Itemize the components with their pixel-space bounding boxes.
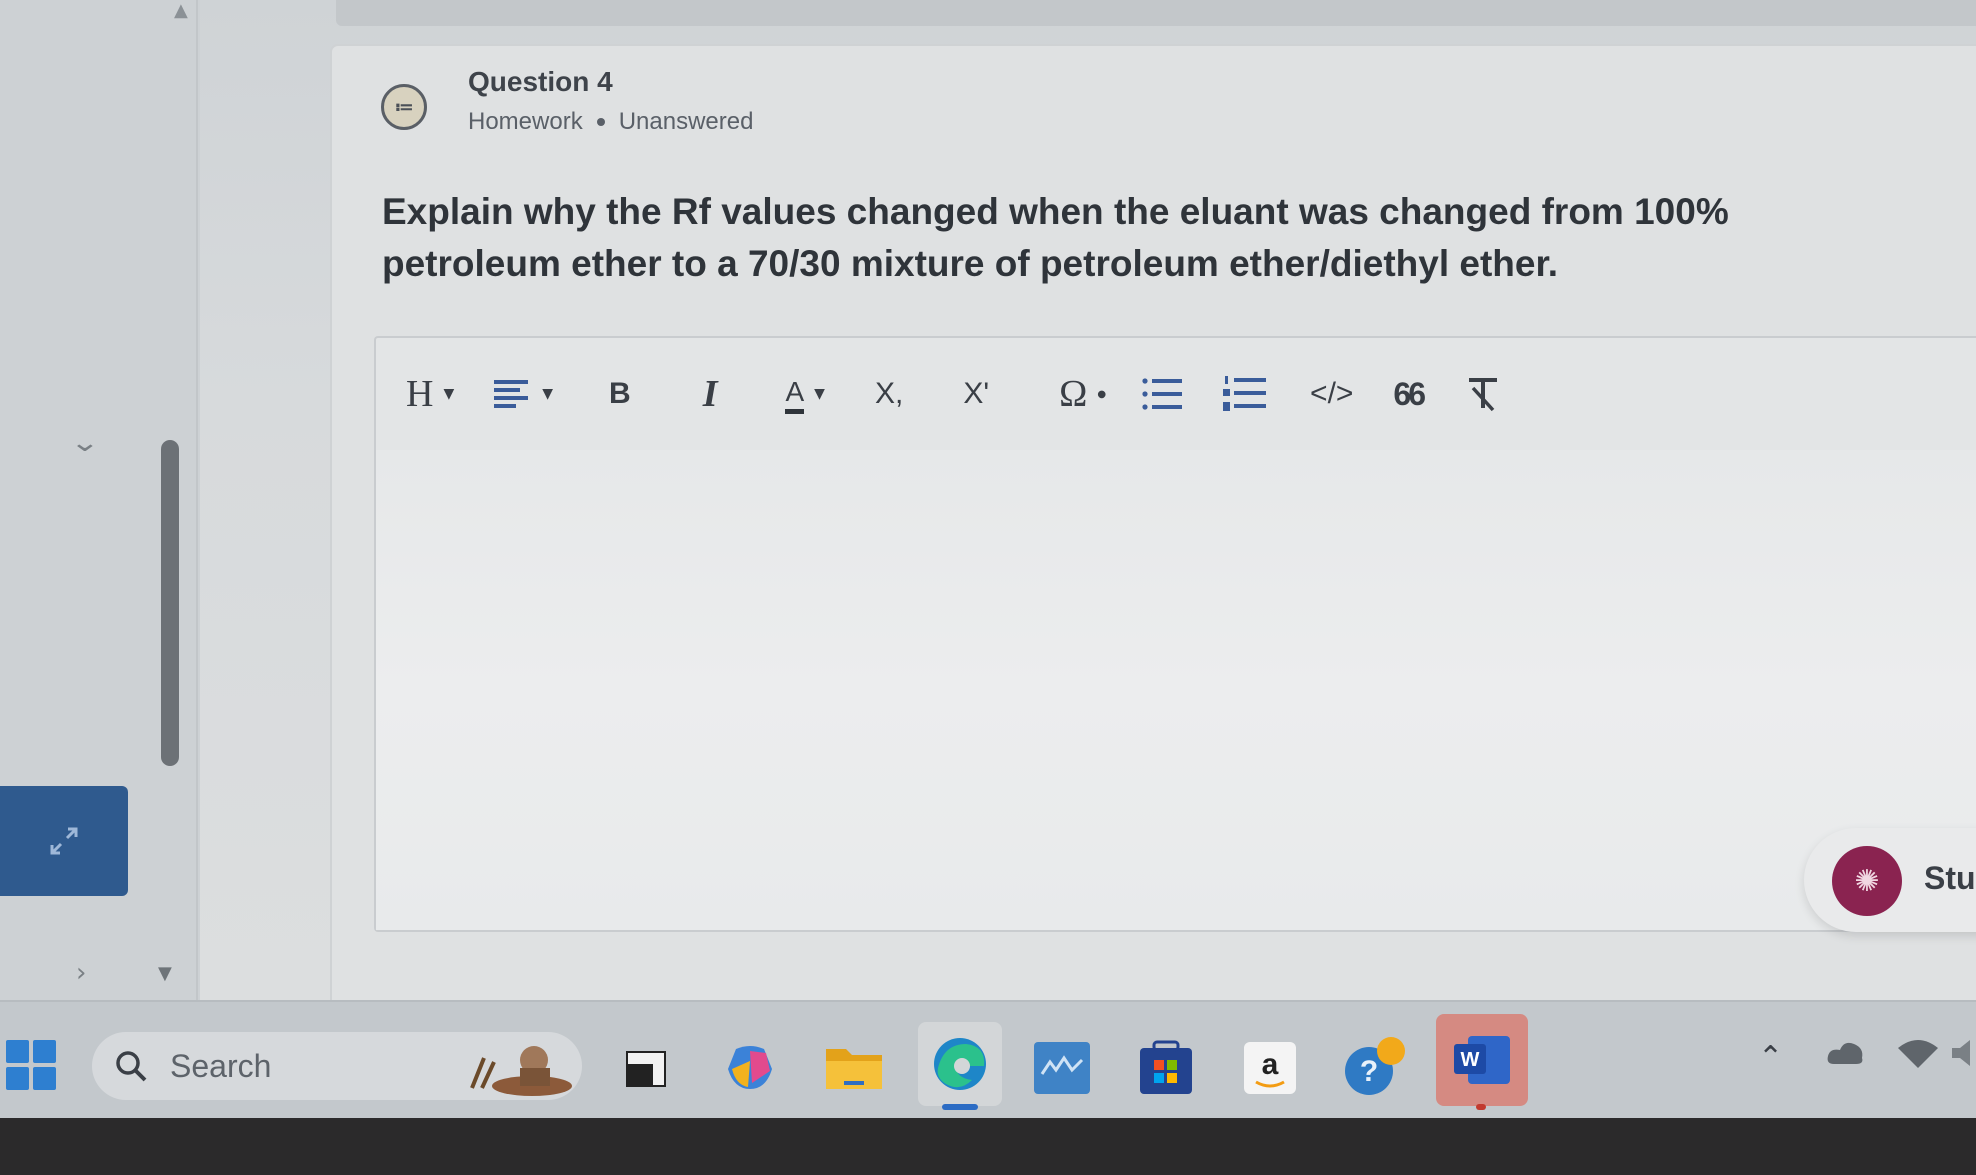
file-explorer-button[interactable] <box>816 1030 892 1106</box>
word-icon: W <box>1454 1036 1510 1084</box>
chevron-down-icon[interactable]: ⌄ <box>70 428 101 458</box>
special-character-dropdown[interactable]: Ω ● <box>1059 364 1106 424</box>
italic-label: I <box>702 373 718 415</box>
question-title: Question 4 <box>468 66 613 97</box>
superscript-label: X' <box>963 377 990 410</box>
rail-divider <box>196 0 198 1000</box>
question-meta: Homework Unanswered <box>468 108 753 136</box>
font-color-dropdown[interactable]: A ▼ <box>785 364 825 424</box>
align-dropdown[interactable]: ▼ <box>492 364 553 424</box>
windows-start-icon[interactable] <box>6 1040 56 1090</box>
study-helper-icon[interactable]: ✺ <box>1832 846 1902 916</box>
chevron-right-icon[interactable]: › <box>76 958 86 988</box>
answer-editor: H ▼ ▼ B I A ▼ X, X' Ω ● </> 66 <box>374 336 1976 932</box>
heading-dropdown[interactable]: H ▼ <box>406 364 454 424</box>
question-list-icon: ≔ <box>381 84 427 130</box>
caret-down-icon: ● <box>1097 388 1107 400</box>
subscript-button[interactable]: X, <box>875 364 903 424</box>
search-placeholder: Search <box>170 1047 272 1084</box>
bullet-list-icon <box>1142 378 1183 410</box>
editor-toolbar: H ▼ ▼ B I A ▼ X, X' Ω ● </> 66 <box>376 338 1976 450</box>
task-view-icon <box>626 1051 666 1087</box>
copilot-icon <box>728 1046 772 1089</box>
clear-formatting-button[interactable] <box>1463 364 1503 424</box>
volume-icon[interactable] <box>1950 1036 1976 1070</box>
mcgraw-hill-button[interactable] <box>1024 1030 1100 1106</box>
font-color-label: A <box>785 375 805 414</box>
special-character-label: Ω <box>1059 373 1088 415</box>
search-icon <box>116 1051 147 1082</box>
monitor-bezel <box>0 1118 1976 1175</box>
store-icon <box>1140 1040 1192 1094</box>
scrollbar-thumb[interactable] <box>161 440 179 766</box>
subscript-label: X, <box>874 377 904 410</box>
code-label: </> <box>1310 377 1354 410</box>
numbered-list-icon <box>1223 376 1267 411</box>
heading-label: H <box>406 373 434 415</box>
expand-button[interactable] <box>0 786 128 896</box>
help-button[interactable]: ? <box>1336 1030 1412 1106</box>
edge-browser-button[interactable] <box>918 1022 1002 1106</box>
question-prompt: Explain why the Rf values changed when t… <box>382 191 1729 284</box>
edge-icon <box>934 1038 986 1090</box>
copilot-button[interactable] <box>712 1030 788 1106</box>
folder-icon <box>826 1049 882 1089</box>
tray-chevron-up-icon[interactable]: ⌃ <box>1758 1040 1783 1075</box>
amazon-icon: a <box>1244 1042 1296 1094</box>
amazon-button[interactable]: a <box>1232 1030 1308 1106</box>
blockquote-label: 66 <box>1393 375 1426 412</box>
microsoft-store-button[interactable] <box>1128 1030 1204 1106</box>
scroll-up-arrow-icon[interactable]: ▲ <box>174 0 188 21</box>
expand-arrows-icon <box>50 827 78 855</box>
task-view-button[interactable] <box>608 1030 684 1106</box>
word-active-indicator <box>1476 1104 1486 1110</box>
svg-text:?: ? <box>1360 1055 1378 1088</box>
italic-button[interactable]: I <box>703 364 718 424</box>
edge-active-indicator <box>942 1104 978 1110</box>
wifi-icon[interactable] <box>1896 1036 1940 1070</box>
superscript-button[interactable]: X' <box>963 364 989 424</box>
weather-cloud-icon[interactable] <box>1826 1038 1866 1070</box>
search-highlight-art-icon <box>470 1046 572 1096</box>
svg-text:W: W <box>1461 1049 1480 1071</box>
code-button[interactable]: </> <box>1310 364 1353 424</box>
question-status: Unanswered <box>618 108 754 135</box>
blockquote-button[interactable]: 66 <box>1393 364 1426 424</box>
separator-dot <box>596 118 605 126</box>
bullet-list-button[interactable] <box>1140 364 1184 424</box>
caret-down-icon: ▼ <box>814 386 825 402</box>
align-left-icon <box>494 380 529 408</box>
caret-down-icon: ▼ <box>443 386 455 402</box>
answer-textarea[interactable] <box>376 450 1976 930</box>
bold-button[interactable]: B <box>609 364 631 424</box>
question-category: Homework <box>468 108 583 135</box>
word-button[interactable]: W <box>1436 1014 1528 1106</box>
caret-down-icon: ▼ <box>542 386 554 402</box>
numbered-list-button[interactable] <box>1222 364 1268 424</box>
svg-text:a: a <box>1262 1048 1279 1081</box>
bold-label: B <box>609 377 631 410</box>
clear-formatting-icon <box>1469 378 1498 412</box>
help-icon: ? <box>1345 1037 1405 1095</box>
browser-content: ▲ ⌄ › ▼ ≔ Question 4 Homework Unanswered… <box>0 0 1976 1000</box>
study-helper-label[interactable]: Stu <box>1924 860 1976 897</box>
caret-down-icon[interactable]: ▼ <box>158 963 172 984</box>
previous-card-edge <box>336 0 1976 26</box>
mcgraw-hill-icon <box>1034 1042 1090 1094</box>
